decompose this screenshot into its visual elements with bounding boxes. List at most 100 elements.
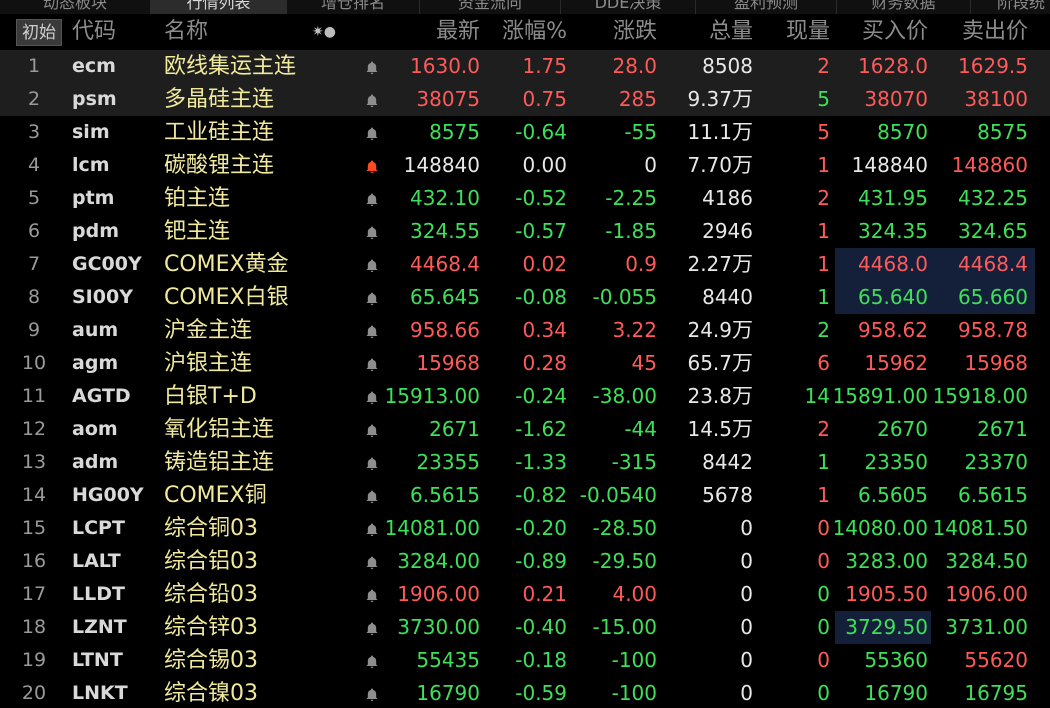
table-row[interactable]: 4 lcm 碳酸锂主连 148840 0.00 0 7.70万 1 148840 148860 <box>0 149 1050 182</box>
table-row[interactable]: 12 aom 氧化铝主连 2671 -1.62 -44 14.5万 2 2670 2671 <box>0 413 1050 446</box>
ask-price: 65.660 <box>958 285 1028 309</box>
table-row[interactable]: 15 LCPT 综合铜03 14081.00 -0.20 -28.50 0 0 14080.00… <box>0 512 1050 545</box>
table-row[interactable]: 5 ptm 铂主连 432.10 -0.52 -2.25 4186 2 431.95 432.25 <box>0 182 1050 215</box>
header-name[interactable]: 名称 <box>164 14 208 50</box>
header-bid[interactable]: 买入价 <box>862 14 928 50</box>
row-number: 17 <box>21 583 47 605</box>
tab-dynamic-sectors[interactable]: 动态板块 <box>0 0 151 14</box>
table-row[interactable]: 7 GC00Y COMEX黄金 4468.4 0.02 0.9 2.27万 1 4468.0 44… <box>0 248 1050 281</box>
alert-bell-icon[interactable] <box>362 248 382 281</box>
alert-bell-icon[interactable] <box>362 281 382 314</box>
header-cur[interactable]: 现量 <box>786 14 830 50</box>
alert-bell-icon[interactable] <box>362 512 382 545</box>
table-row[interactable]: 1 ecm 欧线集运主连 1630.0 1.75 28.0 8508 2 1628.0 1629.… <box>0 50 1050 83</box>
table-row[interactable]: 8 SI00Y COMEX白银 65.645 -0.08 -0.055 8440 1 65.64… <box>0 281 1050 314</box>
change-amount: 0.9 <box>625 252 657 276</box>
ask-price: 1906.00 <box>945 582 1028 606</box>
table-row[interactable]: 17 LLDT 综合铅03 1906.00 0.21 4.00 0 0 1905.50 1906.… <box>0 578 1050 611</box>
alert-bell-icon[interactable] <box>362 479 382 512</box>
current-volume: 0 <box>817 582 830 606</box>
contract-name: 综合锌03 <box>164 615 258 640</box>
bid-price: 38070 <box>864 87 928 111</box>
alert-bell-icon[interactable] <box>362 446 382 479</box>
tab-financial-data[interactable]: 财务数据 <box>837 0 971 14</box>
current-volume: 1 <box>817 219 830 243</box>
table-row[interactable]: 6 pdm 钯主连 324.55 -0.57 -1.85 2946 1 324.35 324.65 <box>0 215 1050 248</box>
last-price: 958.66 <box>410 318 480 342</box>
row-number: 15 <box>21 517 47 539</box>
table-row[interactable]: 11 AGTD 白银T+D 15913.00 -0.24 -38.00 23.8万 14 158… <box>0 380 1050 413</box>
table-row[interactable]: 20 LNKT 综合镍03 16790 -0.59 -100 0 0 16790 16795 <box>0 677 1050 708</box>
header-last[interactable]: 最新 <box>436 14 480 50</box>
alert-bell-icon[interactable] <box>362 83 382 116</box>
header-icons[interactable]: ✷● <box>312 14 336 50</box>
contract-code: HG00Y <box>72 484 144 506</box>
ask-price: 14081.50 <box>932 516 1028 540</box>
alert-bell-icon[interactable] <box>362 545 382 578</box>
contract-name: COMEX铜 <box>164 483 267 508</box>
alert-bell-icon[interactable] <box>362 578 382 611</box>
table-row[interactable]: 16 LALT 综合铝03 3284.00 -0.89 -29.50 0 0 3283.00 32… <box>0 545 1050 578</box>
table-row[interactable]: 14 HG00Y COMEX铜 6.5615 -0.82 -0.0540 5678 1 6.56… <box>0 479 1050 512</box>
bid-price: 958.62 <box>858 318 928 342</box>
alert-bell-icon[interactable] <box>362 347 382 380</box>
tab-dde[interactable]: DDE决策 <box>561 0 696 14</box>
bid-price: 3283.00 <box>845 549 928 573</box>
change-amount: 3.22 <box>612 318 657 342</box>
header-vol[interactable]: 总量 <box>709 14 753 50</box>
tab-stage-stats[interactable]: 阶段统 <box>971 0 1050 14</box>
volume-value: 65.7 <box>687 351 732 375</box>
volume-value: 2.27 <box>687 252 732 276</box>
alert-bell-icon[interactable] <box>362 644 382 677</box>
contract-code: LZNT <box>72 616 127 638</box>
total-volume: 14.5万 <box>687 413 753 446</box>
alert-bell-icon[interactable] <box>362 116 382 149</box>
alert-bell-icon[interactable] <box>362 149 382 182</box>
total-volume: 23.8万 <box>687 380 753 413</box>
change-percent: -0.59 <box>515 681 567 705</box>
volume-value: 0 <box>740 582 753 606</box>
table-row[interactable]: 10 agm 沪银主连 15968 0.28 45 65.7万 6 15962 15968 <box>0 347 1050 380</box>
total-volume: 2946 <box>702 215 753 248</box>
volume-unit: 万 <box>732 153 753 177</box>
alert-bell-icon[interactable] <box>362 413 382 446</box>
current-volume: 0 <box>817 516 830 540</box>
table-row[interactable]: 9 aum 沪金主连 958.66 0.34 3.22 24.9万 2 958.62 958.78 <box>0 314 1050 347</box>
alert-bell-icon[interactable] <box>362 50 382 83</box>
contract-code: LCPT <box>72 517 125 539</box>
bid-price: 4468.0 <box>858 252 928 276</box>
table-row[interactable]: 13 adm 铸造铝主连 23355 -1.33 -315 8442 1 23350 23370 <box>0 446 1050 479</box>
contract-name: COMEX黄金 <box>164 252 289 277</box>
contract-code: sim <box>72 121 110 143</box>
header-code[interactable]: 代码 <box>72 14 116 50</box>
header-chg[interactable]: 涨跌 <box>613 14 657 50</box>
change-percent: 0.34 <box>522 318 567 342</box>
table-row[interactable]: 2 psm 多晶硅主连 38075 0.75 285 9.37万 5 38070 38100 <box>0 83 1050 116</box>
alert-bell-icon[interactable] <box>362 677 382 708</box>
table-row[interactable]: 3 sim 工业硅主连 8575 -0.64 -55 11.1万 5 8570 8575 <box>0 116 1050 149</box>
table-row[interactable]: 18 LZNT 综合锌03 3730.00 -0.40 -15.00 0 0 3729.50 37… <box>0 611 1050 644</box>
alert-bell-icon[interactable] <box>362 380 382 413</box>
change-percent: 0.00 <box>522 153 567 177</box>
change-amount: -44 <box>624 417 657 441</box>
tab-position-ranking[interactable]: 增仓排名 <box>287 0 420 14</box>
header-ask[interactable]: 卖出价 <box>962 14 1028 50</box>
table-row[interactable]: 19 LTNT 综合锡03 55435 -0.18 -100 0 0 55360 55620 <box>0 644 1050 677</box>
change-percent: -0.57 <box>515 219 567 243</box>
header-pct[interactable]: 涨幅% <box>502 14 567 50</box>
current-volume: 1 <box>817 153 830 177</box>
tab-quote-list[interactable]: 行情列表 <box>151 0 287 14</box>
bid-price: 431.95 <box>858 186 928 210</box>
alert-bell-icon[interactable] <box>362 182 382 215</box>
contract-code: adm <box>72 451 119 473</box>
tab-profit-forecast[interactable]: 盈利预测 <box>696 0 837 14</box>
alert-bell-icon[interactable] <box>362 611 382 644</box>
tab-fund-flow[interactable]: 资金流向 <box>420 0 561 14</box>
contract-name: 综合镍03 <box>164 681 258 706</box>
alert-bell-icon[interactable] <box>362 314 382 347</box>
bid-price: 1905.50 <box>845 582 928 606</box>
last-price: 16790 <box>416 681 480 705</box>
change-amount: -38.00 <box>592 384 657 408</box>
init-button[interactable]: 初始 <box>16 19 62 46</box>
alert-bell-icon[interactable] <box>362 215 382 248</box>
